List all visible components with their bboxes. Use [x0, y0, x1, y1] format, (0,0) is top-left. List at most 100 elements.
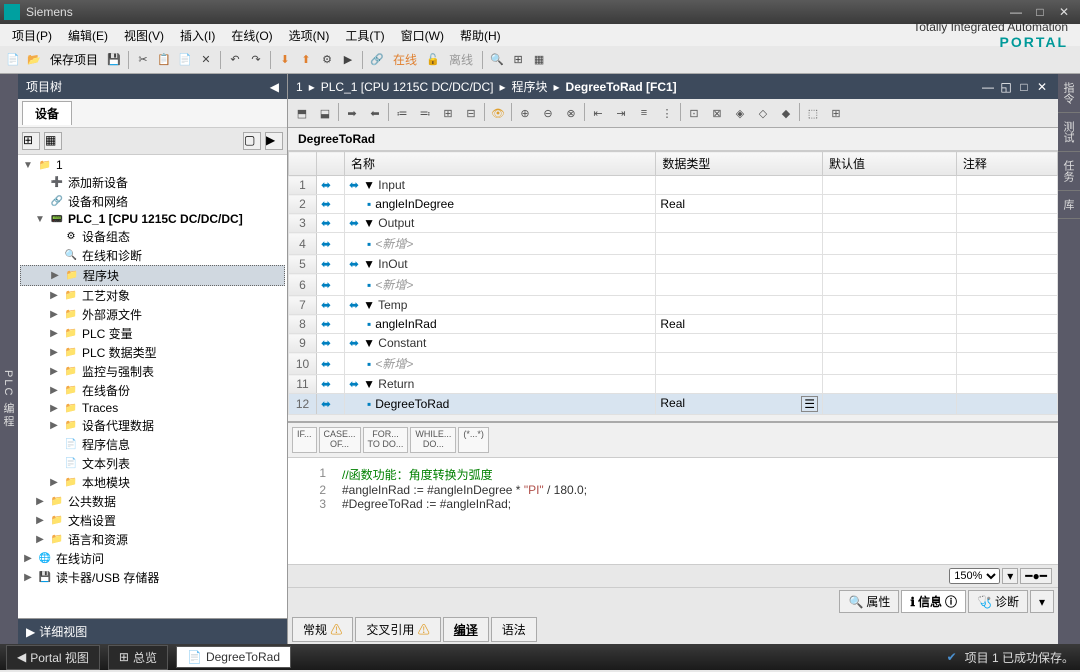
open-project-icon[interactable]: 📂	[25, 51, 43, 69]
simulate-icon[interactable]: ▶	[339, 51, 357, 69]
tree-node[interactable]: ▼📁1	[20, 157, 285, 173]
devices-tab[interactable]: 设备	[22, 101, 72, 125]
portal-view-button[interactable]: ◀ Portal 视图	[6, 645, 100, 670]
breadcrumb-root[interactable]: 1	[296, 80, 303, 94]
search-icon[interactable]: 🔍	[488, 51, 506, 69]
tree-node[interactable]: ▶📁外部源文件	[20, 305, 285, 324]
et-icon[interactable]: ≕	[415, 103, 435, 123]
copy-icon[interactable]: 📋	[155, 51, 173, 69]
info-dropdown-icon[interactable]: ▾	[1030, 590, 1054, 613]
menu-item[interactable]: 工具(T)	[337, 27, 392, 45]
layout-icon[interactable]: ▦	[530, 51, 548, 69]
info-tab[interactable]: ℹ信息 ⓘ	[901, 590, 966, 613]
et-icon[interactable]: ◈	[730, 103, 750, 123]
table-row[interactable]: 4⬌▪<新增>	[289, 233, 1058, 255]
code-line[interactable]: 1//函数功能：角度转换为弧度	[296, 466, 1050, 483]
tree-node[interactable]: ▶🌐在线访问	[20, 549, 285, 568]
variable-table[interactable]: 名称数据类型默认值注释1⬌⬌▼ Input2⬌▪angleInDegreeRea…	[288, 151, 1058, 415]
paste-icon[interactable]: 📄	[176, 51, 194, 69]
bottom-tab[interactable]: 常规 ⚠	[292, 617, 353, 642]
code-template-button[interactable]: (*...*)	[458, 427, 489, 453]
table-row[interactable]: 7⬌⬌▼ Temp	[289, 296, 1058, 315]
table-row[interactable]: 12⬌▪DegreeToRadReal ☰	[289, 394, 1058, 415]
new-project-icon[interactable]: 📄	[4, 51, 22, 69]
editor-close-icon[interactable]: ✕	[1034, 80, 1050, 94]
et-icon[interactable]: ⊡	[684, 103, 704, 123]
et-icon[interactable]: ◇	[753, 103, 773, 123]
tree-node[interactable]: ▶📁文档设置	[20, 511, 285, 530]
code-template-button[interactable]: WHILE...DO...	[410, 427, 456, 453]
redo-icon[interactable]: ↷	[247, 51, 265, 69]
tree-node[interactable]: 🔗设备和网络	[20, 192, 285, 211]
upload-icon[interactable]: ⬆	[297, 51, 315, 69]
code-editor[interactable]: 1//函数功能：角度转换为弧度2#angleInRad := #angleInD…	[288, 458, 1058, 564]
table-row[interactable]: 6⬌▪<新增>	[289, 274, 1058, 296]
right-tab[interactable]: 测试	[1058, 113, 1080, 152]
et-icon[interactable]: ⊗	[561, 103, 581, 123]
tree-node[interactable]: ▶📁本地模块	[20, 473, 285, 492]
tree-node[interactable]: ▶📁程序块	[20, 265, 285, 286]
tree-tool-2[interactable]: ▦	[44, 132, 62, 150]
et-icon[interactable]: ⬚	[803, 103, 823, 123]
et-icon[interactable]: ⊟	[461, 103, 481, 123]
table-row[interactable]: 1⬌⬌▼ Input	[289, 176, 1058, 195]
zoom-dropdown-icon[interactable]: ▾	[1002, 568, 1018, 584]
menu-item[interactable]: 项目(P)	[4, 27, 60, 45]
tree-node[interactable]: 📄程序信息	[20, 435, 285, 454]
tree-collapse-icon[interactable]: ◀	[270, 80, 279, 94]
editor-restore-icon[interactable]: ◱	[998, 80, 1014, 94]
online-button[interactable]: 在线	[389, 51, 421, 68]
et-icon[interactable]: ⊠	[707, 103, 727, 123]
delete-icon[interactable]: ✕	[197, 51, 215, 69]
tree-tool-3[interactable]: ▢	[243, 132, 261, 150]
maximize-button[interactable]: □	[1028, 5, 1052, 19]
right-tab[interactable]: 指令	[1058, 74, 1080, 113]
tree-node[interactable]: 📄文本列表	[20, 454, 285, 473]
diagnostics-tab[interactable]: 🩺诊断	[968, 590, 1028, 613]
tree-tool-1[interactable]: ⊞	[22, 132, 40, 150]
tree-node[interactable]: ▼📟PLC_1 [CPU 1215C DC/DC/DC]	[20, 211, 285, 227]
current-block-button[interactable]: 📄 DegreeToRad	[176, 646, 291, 668]
close-button[interactable]: ✕	[1052, 5, 1076, 19]
tree-node[interactable]: 🔍在线和诊断	[20, 246, 285, 265]
code-line[interactable]: 3#DegreeToRad := #angleInRad;	[296, 497, 1050, 511]
table-row[interactable]: 8⬌▪angleInRadReal	[289, 315, 1058, 334]
undo-icon[interactable]: ↶	[226, 51, 244, 69]
tree-node[interactable]: ▶📁Traces	[20, 400, 285, 416]
et-icon[interactable]: ⋮	[657, 103, 677, 123]
et-icon[interactable]: ⊞	[438, 103, 458, 123]
menu-item[interactable]: 插入(I)	[172, 27, 223, 45]
et-icon[interactable]: ⊞	[826, 103, 846, 123]
zoom-select[interactable]: 150%	[949, 568, 1000, 584]
code-template-button[interactable]: FOR...TO DO...	[363, 427, 409, 453]
code-template-button[interactable]: CASE...OF...	[319, 427, 361, 453]
go-online-icon[interactable]: 🔗	[368, 51, 386, 69]
tree-node[interactable]: ▶📁在线备份	[20, 381, 285, 400]
editor-minimize-icon[interactable]: —	[980, 80, 996, 94]
et-indent-icon[interactable]: ⇤	[588, 103, 608, 123]
cross-ref-icon[interactable]: ⊞	[509, 51, 527, 69]
table-row[interactable]: 5⬌⬌▼ InOut	[289, 255, 1058, 274]
et-icon[interactable]: ◆	[776, 103, 796, 123]
et-icon[interactable]: ⬒	[292, 103, 312, 123]
code-template-button[interactable]: IF...	[292, 427, 317, 453]
tree-node[interactable]: ▶📁公共数据	[20, 492, 285, 511]
tree-node[interactable]: ⚙设备组态	[20, 227, 285, 246]
bottom-tab[interactable]: 语法	[491, 617, 537, 642]
right-tab[interactable]: 任务	[1058, 152, 1080, 191]
left-sidebar[interactable]: PLC 编程	[0, 74, 18, 644]
tree-tool-4[interactable]: ▶	[265, 132, 283, 150]
tree-node[interactable]: ▶📁PLC 数据类型	[20, 343, 285, 362]
zoom-slider-icon[interactable]: ━●━	[1020, 568, 1052, 584]
tree-node[interactable]: ▶💾读卡器/USB 存储器	[20, 568, 285, 587]
bottom-tab[interactable]: 交叉引用 ⚠	[355, 617, 440, 642]
overview-button[interactable]: ⊞ 总览	[108, 645, 168, 670]
go-offline-icon[interactable]: 🔓	[424, 51, 442, 69]
tree-node[interactable]: ➕添加新设备	[20, 173, 285, 192]
menu-item[interactable]: 视图(V)	[116, 27, 172, 45]
save-button[interactable]: 保存项目	[46, 51, 102, 68]
tree-node[interactable]: ▶📁PLC 变量	[20, 324, 285, 343]
right-tab[interactable]: 库	[1058, 191, 1080, 219]
table-row[interactable]: 3⬌⬌▼ Output	[289, 214, 1058, 233]
et-icon[interactable]: ⬅	[365, 103, 385, 123]
